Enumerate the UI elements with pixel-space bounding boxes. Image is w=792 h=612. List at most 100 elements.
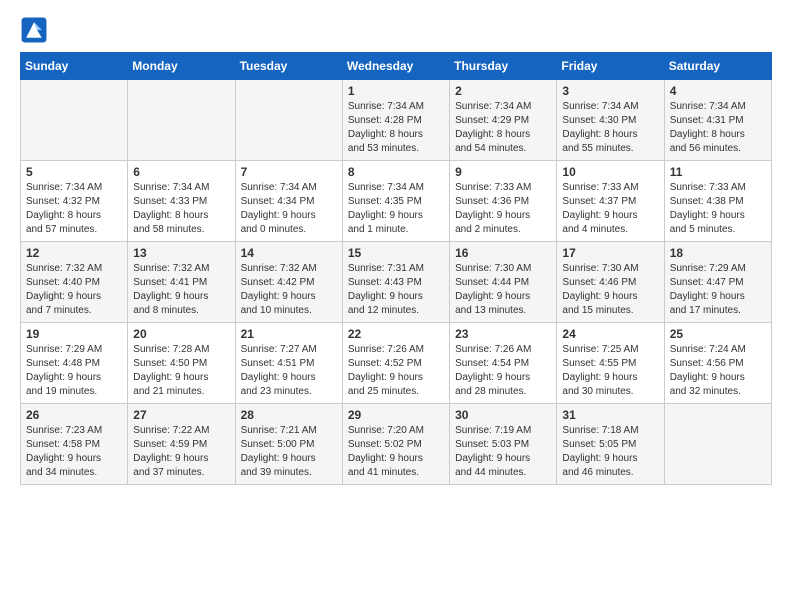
day-info: Sunrise: 7:19 AM Sunset: 5:03 PM Dayligh… — [455, 424, 551, 480]
day-number: 16 — [455, 246, 551, 260]
calendar-week-row: 19Sunrise: 7:29 AM Sunset: 4:48 PM Dayli… — [21, 323, 772, 404]
day-info: Sunrise: 7:33 AM Sunset: 4:38 PM Dayligh… — [670, 181, 766, 237]
calendar-day-cell: 7 Sunrise: 7:34 AM Sunset: 4:34 PM Daylig… — [235, 161, 342, 242]
day-number: 7 — [241, 165, 337, 179]
empty-day-cell — [664, 404, 771, 485]
calendar-day-cell: 31 Sunrise: 7:18 AM Sunset: 5:05 PM Dayli… — [557, 404, 664, 485]
day-info: Sunrise: 7:23 AM Sunset: 4:58 PM Dayligh… — [26, 424, 122, 480]
day-info: Sunrise: 7:20 AM Sunset: 5:02 PM Dayligh… — [348, 424, 444, 480]
calendar-week-row: 12 Sunrise: 7:32 AM Sunset: 4:40 PM Dayli… — [21, 242, 772, 323]
day-number: 9 — [455, 165, 551, 179]
day-number: 29 — [348, 408, 444, 422]
weekday-header: Sunday — [21, 53, 128, 80]
day-number: 14 — [241, 246, 337, 260]
day-number: 15 — [348, 246, 444, 260]
empty-day-cell — [235, 80, 342, 161]
day-number: 11 — [670, 165, 766, 179]
calendar-day-cell: 12 Sunrise: 7:32 AM Sunset: 4:40 PM Dayli… — [21, 242, 128, 323]
day-info: Sunrise: 7:33 AM Sunset: 4:36 PM Dayligh… — [455, 181, 551, 237]
page-container: SundayMondayTuesdayWednesdayThursdayFrid… — [0, 0, 792, 505]
day-number: 2 — [455, 84, 551, 98]
calendar-week-row: 5Sunrise: 7:34 AM Sunset: 4:32 PM Daylig… — [21, 161, 772, 242]
day-info: Sunrise: 7:32 AM Sunset: 4:40 PM Dayligh… — [26, 262, 122, 318]
day-number: 26 — [26, 408, 122, 422]
calendar-day-cell: 3Sunrise: 7:34 AM Sunset: 4:30 PM Daylig… — [557, 80, 664, 161]
day-number: 4 — [670, 84, 766, 98]
calendar-day-cell: 27Sunrise: 7:22 AM Sunset: 4:59 PM Dayli… — [128, 404, 235, 485]
calendar-day-cell: 30 Sunrise: 7:19 AM Sunset: 5:03 PM Dayli… — [450, 404, 557, 485]
weekday-header: Friday — [557, 53, 664, 80]
calendar-day-cell: 4 Sunrise: 7:34 AM Sunset: 4:31 PM Daylig… — [664, 80, 771, 161]
logo-icon — [20, 16, 48, 44]
day-info: Sunrise: 7:29 AM Sunset: 4:48 PM Dayligh… — [26, 343, 122, 399]
day-number: 25 — [670, 327, 766, 341]
day-info: Sunrise: 7:28 AM Sunset: 4:50 PM Dayligh… — [133, 343, 229, 399]
day-number: 23 — [455, 327, 551, 341]
calendar-day-cell: 8 Sunrise: 7:34 AM Sunset: 4:35 PM Daylig… — [342, 161, 449, 242]
calendar-table: SundayMondayTuesdayWednesdayThursdayFrid… — [20, 52, 772, 485]
calendar-day-cell: 6 Sunrise: 7:34 AM Sunset: 4:33 PM Daylig… — [128, 161, 235, 242]
day-info: Sunrise: 7:21 AM Sunset: 5:00 PM Dayligh… — [241, 424, 337, 480]
empty-day-cell — [128, 80, 235, 161]
day-number: 21 — [241, 327, 337, 341]
day-info: Sunrise: 7:26 AM Sunset: 4:54 PM Dayligh… — [455, 343, 551, 399]
calendar-day-cell: 21 Sunrise: 7:27 AM Sunset: 4:51 PM Dayli… — [235, 323, 342, 404]
calendar-day-cell: 9 Sunrise: 7:33 AM Sunset: 4:36 PM Daylig… — [450, 161, 557, 242]
day-info: Sunrise: 7:31 AM Sunset: 4:43 PM Dayligh… — [348, 262, 444, 318]
calendar-header-row: SundayMondayTuesdayWednesdayThursdayFrid… — [21, 53, 772, 80]
day-info: Sunrise: 7:34 AM Sunset: 4:29 PM Dayligh… — [455, 100, 551, 156]
day-number: 22 — [348, 327, 444, 341]
calendar-day-cell: 13Sunrise: 7:32 AM Sunset: 4:41 PM Dayli… — [128, 242, 235, 323]
calendar-day-cell: 26 Sunrise: 7:23 AM Sunset: 4:58 PM Dayli… — [21, 404, 128, 485]
day-number: 6 — [133, 165, 229, 179]
calendar-day-cell: 19Sunrise: 7:29 AM Sunset: 4:48 PM Dayli… — [21, 323, 128, 404]
day-info: Sunrise: 7:34 AM Sunset: 4:34 PM Dayligh… — [241, 181, 337, 237]
day-info: Sunrise: 7:26 AM Sunset: 4:52 PM Dayligh… — [348, 343, 444, 399]
day-info: Sunrise: 7:30 AM Sunset: 4:46 PM Dayligh… — [562, 262, 658, 318]
day-info: Sunrise: 7:27 AM Sunset: 4:51 PM Dayligh… — [241, 343, 337, 399]
day-info: Sunrise: 7:34 AM Sunset: 4:33 PM Dayligh… — [133, 181, 229, 237]
day-info: Sunrise: 7:18 AM Sunset: 5:05 PM Dayligh… — [562, 424, 658, 480]
calendar-day-cell: 23 Sunrise: 7:26 AM Sunset: 4:54 PM Dayli… — [450, 323, 557, 404]
day-info: Sunrise: 7:34 AM Sunset: 4:31 PM Dayligh… — [670, 100, 766, 156]
calendar-day-cell: 2 Sunrise: 7:34 AM Sunset: 4:29 PM Daylig… — [450, 80, 557, 161]
day-number: 30 — [455, 408, 551, 422]
calendar-day-cell: 25 Sunrise: 7:24 AM Sunset: 4:56 PM Dayli… — [664, 323, 771, 404]
day-info: Sunrise: 7:34 AM Sunset: 4:28 PM Dayligh… — [348, 100, 444, 156]
calendar-day-cell: 28 Sunrise: 7:21 AM Sunset: 5:00 PM Dayli… — [235, 404, 342, 485]
day-number: 31 — [562, 408, 658, 422]
calendar-day-cell: 16 Sunrise: 7:30 AM Sunset: 4:44 PM Dayli… — [450, 242, 557, 323]
weekday-header: Wednesday — [342, 53, 449, 80]
day-info: Sunrise: 7:32 AM Sunset: 4:42 PM Dayligh… — [241, 262, 337, 318]
header — [20, 16, 772, 44]
calendar-day-cell: 5Sunrise: 7:34 AM Sunset: 4:32 PM Daylig… — [21, 161, 128, 242]
calendar-day-cell: 15 Sunrise: 7:31 AM Sunset: 4:43 PM Dayli… — [342, 242, 449, 323]
day-info: Sunrise: 7:34 AM Sunset: 4:32 PM Dayligh… — [26, 181, 122, 237]
day-info: Sunrise: 7:30 AM Sunset: 4:44 PM Dayligh… — [455, 262, 551, 318]
calendar-day-cell: 24 Sunrise: 7:25 AM Sunset: 4:55 PM Dayli… — [557, 323, 664, 404]
calendar-day-cell: 18 Sunrise: 7:29 AM Sunset: 4:47 PM Dayli… — [664, 242, 771, 323]
day-number: 8 — [348, 165, 444, 179]
calendar-week-row: 1Sunrise: 7:34 AM Sunset: 4:28 PM Daylig… — [21, 80, 772, 161]
day-number: 13 — [133, 246, 229, 260]
day-info: Sunrise: 7:34 AM Sunset: 4:35 PM Dayligh… — [348, 181, 444, 237]
day-number: 10 — [562, 165, 658, 179]
day-info: Sunrise: 7:29 AM Sunset: 4:47 PM Dayligh… — [670, 262, 766, 318]
day-number: 17 — [562, 246, 658, 260]
calendar-day-cell: 17 Sunrise: 7:30 AM Sunset: 4:46 PM Dayli… — [557, 242, 664, 323]
calendar-day-cell: 1Sunrise: 7:34 AM Sunset: 4:28 PM Daylig… — [342, 80, 449, 161]
calendar-week-row: 26 Sunrise: 7:23 AM Sunset: 4:58 PM Dayli… — [21, 404, 772, 485]
calendar-day-cell: 29 Sunrise: 7:20 AM Sunset: 5:02 PM Dayli… — [342, 404, 449, 485]
weekday-header: Monday — [128, 53, 235, 80]
day-info: Sunrise: 7:25 AM Sunset: 4:55 PM Dayligh… — [562, 343, 658, 399]
day-number: 18 — [670, 246, 766, 260]
day-info: Sunrise: 7:24 AM Sunset: 4:56 PM Dayligh… — [670, 343, 766, 399]
weekday-header: Tuesday — [235, 53, 342, 80]
calendar-day-cell: 11 Sunrise: 7:33 AM Sunset: 4:38 PM Dayli… — [664, 161, 771, 242]
day-number: 24 — [562, 327, 658, 341]
day-number: 28 — [241, 408, 337, 422]
logo — [20, 16, 52, 44]
day-number: 3 — [562, 84, 658, 98]
day-info: Sunrise: 7:22 AM Sunset: 4:59 PM Dayligh… — [133, 424, 229, 480]
day-number: 12 — [26, 246, 122, 260]
